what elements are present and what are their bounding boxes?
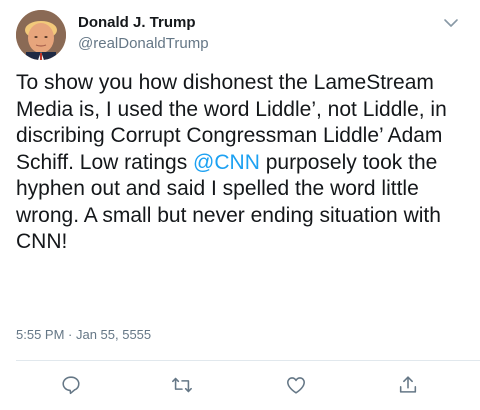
divider	[16, 360, 480, 361]
retweet-icon	[172, 377, 192, 393]
display-name[interactable]: Donald J. Trump	[78, 14, 209, 32]
heart-icon	[287, 377, 305, 394]
share-icon	[399, 376, 417, 393]
author-block: Donald J. Trump @realDonaldTrump	[78, 14, 209, 54]
tweet-text: To show you how dishonest the LameStream…	[16, 70, 476, 256]
reply-button[interactable]	[56, 370, 86, 400]
retweet-button[interactable]	[167, 370, 197, 400]
mention-link[interactable]: @CNN	[193, 151, 260, 174]
share-button[interactable]	[393, 370, 423, 400]
action-bar	[0, 370, 480, 400]
avatar[interactable]	[16, 10, 66, 60]
tweet-card: Donald J. Trump @realDonaldTrump To show…	[0, 0, 480, 410]
user-handle[interactable]: @realDonaldTrump	[78, 34, 209, 54]
like-button[interactable]	[281, 370, 311, 400]
reply-icon	[62, 376, 80, 395]
tweet-timestamp[interactable]: 5:55 PM · Jan 55, 5555	[16, 327, 151, 342]
more-options-button[interactable]	[440, 14, 462, 32]
avatar-portrait	[16, 10, 66, 60]
chevron-down-icon	[444, 19, 458, 27]
